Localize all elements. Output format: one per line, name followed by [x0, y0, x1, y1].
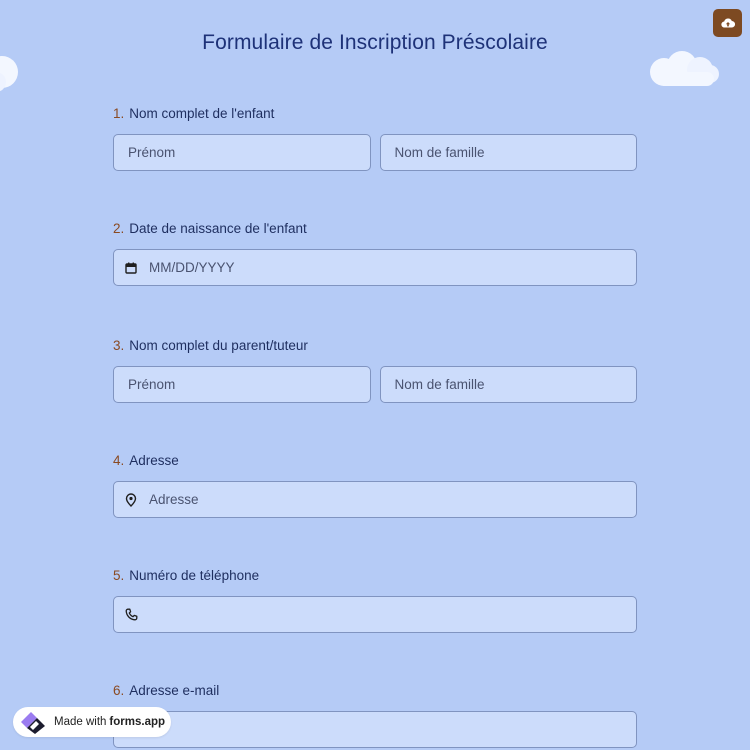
question-number: 1.	[113, 106, 125, 121]
email-input[interactable]	[113, 711, 637, 748]
made-with-forms-app-badge[interactable]: Made with forms.app	[13, 707, 171, 737]
question-label: Nom complet de l'enfant	[129, 106, 275, 121]
child-first-name-input[interactable]: Prénom	[113, 134, 371, 171]
question-parent-name: 3. Nom complet du parent/tuteur Prénom No…	[113, 337, 637, 403]
calendar-icon	[124, 261, 138, 275]
question-number: 4.	[113, 453, 125, 468]
question-number: 6.	[113, 683, 125, 698]
placeholder-text: Adresse	[149, 492, 199, 507]
placeholder-text: Nom de famille	[394, 377, 485, 392]
birthdate-input[interactable]: MM/DD/YYYY	[113, 249, 637, 286]
location-pin-icon	[124, 492, 138, 507]
question-label: Numéro de téléphone	[129, 568, 260, 583]
badge-brand: forms.app	[109, 716, 166, 728]
address-input[interactable]: Adresse	[113, 481, 637, 518]
phone-icon	[124, 608, 138, 622]
parent-last-name-input[interactable]: Nom de famille	[379, 366, 637, 403]
placeholder-text: Prénom	[128, 377, 176, 392]
question-number: 5.	[113, 568, 125, 583]
question-child-birthdate: 2. Date de naissance de l'enfant MM/DD/YY…	[113, 220, 637, 286]
placeholder-text: MM/DD/YYYY	[149, 260, 235, 275]
cloud-upload-button[interactable]	[713, 9, 742, 37]
question-label: Adresse	[129, 453, 179, 468]
question-number: 3.	[113, 338, 125, 353]
question-address: 4. Adresse Adresse	[113, 452, 637, 518]
cloud-upload-icon	[720, 18, 735, 28]
question-email: 6. Adresse e-mail	[113, 682, 637, 748]
child-last-name-input[interactable]: Nom de famille	[379, 134, 637, 171]
placeholder-text: Prénom	[128, 145, 176, 160]
badge-prefix: Made with	[54, 716, 107, 728]
placeholder-text: Nom de famille	[394, 145, 485, 160]
question-number: 2.	[113, 221, 125, 236]
forms-app-logo-icon	[21, 712, 45, 734]
parent-first-name-input[interactable]: Prénom	[113, 366, 371, 403]
cloud-decoration-left	[0, 56, 18, 92]
question-label: Date de naissance de l'enfant	[129, 221, 307, 236]
cloud-decoration-right	[650, 51, 719, 86]
question-label: Adresse e-mail	[129, 683, 220, 698]
question-phone: 5. Numéro de téléphone	[113, 567, 637, 633]
phone-input[interactable]	[113, 596, 637, 633]
question-child-name: 1. Nom complet de l'enfant Prénom Nom de …	[113, 105, 637, 171]
question-label: Nom complet du parent/tuteur	[129, 338, 308, 353]
form-title: Formulaire de Inscription Préscolaire	[202, 31, 548, 54]
